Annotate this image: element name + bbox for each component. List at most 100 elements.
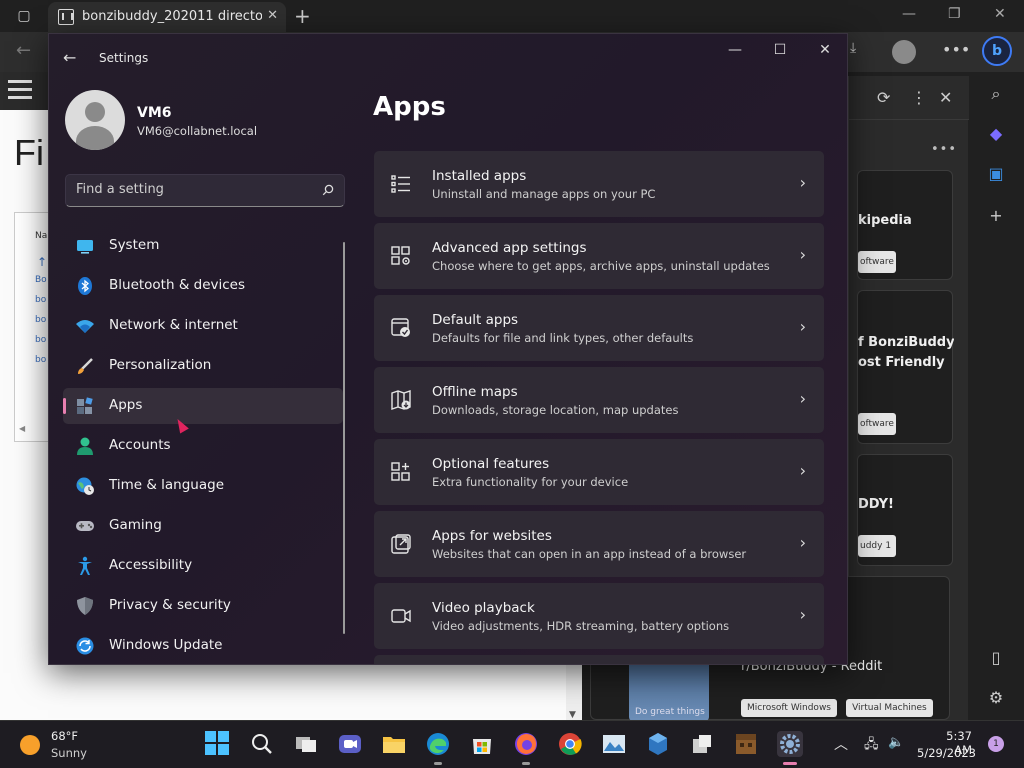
bing-chat-button[interactable]: b xyxy=(982,36,1012,66)
volume-icon[interactable]: 🔈 xyxy=(888,735,904,750)
nav-item-system[interactable]: System xyxy=(63,228,343,264)
nav-item-time-language[interactable]: Time & language xyxy=(63,468,343,504)
search-icon[interactable] xyxy=(249,731,275,757)
page-scrollbar[interactable]: ▼ xyxy=(566,662,582,720)
scroll-down-icon[interactable]: ▼ xyxy=(569,710,576,720)
nav-item-gaming[interactable]: Gaming xyxy=(63,508,343,544)
listing-link[interactable]: bo xyxy=(35,315,46,325)
download-icon[interactable]: ⤓ xyxy=(850,40,856,56)
card-video-playback[interactable]: Video playback Video adjustments, HDR st… xyxy=(374,583,824,649)
virtualbox-icon[interactable] xyxy=(645,731,671,757)
card-default-apps[interactable]: Default apps Defaults for file and link … xyxy=(374,295,824,361)
panel-more-icon[interactable]: ⋮ xyxy=(911,88,927,107)
nav-item-personalization[interactable]: Personalization xyxy=(63,348,343,384)
start-button[interactable] xyxy=(205,731,231,757)
weather-temperature[interactable]: 68°F xyxy=(51,729,78,743)
results-more-icon[interactable]: ••• xyxy=(931,142,957,157)
nav-item-apps[interactable]: Apps xyxy=(63,388,343,424)
minimize-icon[interactable]: — xyxy=(902,6,916,22)
card-advanced-app-settings[interactable]: Advanced app settings Choose where to ge… xyxy=(374,223,824,289)
outlook-icon[interactable]: ▣ xyxy=(984,162,1008,186)
nav-item-label: Accounts xyxy=(109,437,171,453)
chrome-icon[interactable] xyxy=(557,731,583,757)
sidebar-settings-icon[interactable]: ⚙ xyxy=(984,686,1008,710)
refresh-icon[interactable]: ⟳ xyxy=(877,88,890,107)
browser-tab-active[interactable]: bonzibuddy_202011 directory list ✕ xyxy=(48,2,286,32)
nav-item-network[interactable]: Network & internet xyxy=(63,308,343,344)
file-explorer-icon[interactable] xyxy=(381,731,407,757)
card-apps-for-websites[interactable]: Apps for websites Websites that can open… xyxy=(374,511,824,577)
list-icon xyxy=(391,175,410,193)
find-setting-input[interactable] xyxy=(76,182,306,197)
search-icon[interactable] xyxy=(322,184,334,196)
vm-manager-icon[interactable] xyxy=(689,731,715,757)
back-arrow-icon[interactable]: ← xyxy=(63,48,76,67)
result-card[interactable]: DDY! uddy 1 xyxy=(857,454,953,566)
edge-browser-icon[interactable] xyxy=(425,731,451,765)
chevron-right-icon: › xyxy=(799,533,806,552)
store-icon[interactable] xyxy=(469,731,495,757)
chevron-up-icon[interactable]: ︿ xyxy=(834,734,848,754)
card-subtitle: Uninstall and manage apps on your PC xyxy=(432,187,656,201)
settings-minimize-icon[interactable]: — xyxy=(725,42,745,58)
tab-actions-icon[interactable]: ▢ xyxy=(14,6,34,26)
accounts-icon xyxy=(77,437,93,455)
result-card[interactable]: f BonziBuddy, ost Friendly oftware xyxy=(857,290,954,444)
firefox-icon[interactable] xyxy=(513,731,539,765)
network-icon[interactable]: 🖧 xyxy=(864,735,879,757)
nav-item-accounts[interactable]: Accounts xyxy=(63,428,343,464)
card-installed-apps[interactable]: Installed apps Uninstall and manage apps… xyxy=(374,151,824,217)
settings-maximize-icon[interactable]: ☐ xyxy=(770,42,790,58)
sidebar-toggle-icon[interactable]: ▯ xyxy=(984,646,1008,670)
listing-link[interactable]: Bo xyxy=(35,275,47,285)
settings-close-icon[interactable]: ✕ xyxy=(815,42,835,58)
card-optional-features[interactable]: Optional features Extra functionality fo… xyxy=(374,439,824,505)
settings-app-icon[interactable] xyxy=(777,731,803,765)
nav-scrollbar[interactable] xyxy=(343,242,345,634)
close-icon[interactable]: ✕ xyxy=(994,6,1006,22)
scroll-left-icon[interactable]: ◀ xyxy=(19,424,25,433)
chat-icon[interactable] xyxy=(337,731,363,757)
nav-item-accessibility[interactable]: Accessibility xyxy=(63,548,343,584)
nav-item-label: Accessibility xyxy=(109,557,193,573)
add-sidebar-app-icon[interactable]: + xyxy=(984,204,1008,228)
listing-link[interactable]: bo xyxy=(35,295,46,305)
minecraft-icon[interactable] xyxy=(733,731,759,757)
result-tag[interactable]: uddy 1 xyxy=(858,535,896,557)
open-in-app-icon xyxy=(391,534,411,554)
result-tag[interactable]: oftware xyxy=(858,251,896,273)
notification-badge[interactable]: 1 xyxy=(988,736,1004,752)
sidebar-search-icon[interactable]: ⌕ xyxy=(984,82,1008,106)
card-partial[interactable] xyxy=(374,655,824,664)
user-avatar[interactable] xyxy=(65,90,125,150)
more-options-icon[interactable]: ••• xyxy=(942,40,970,59)
listing-link[interactable]: bo xyxy=(35,335,46,345)
nav-item-privacy-security[interactable]: Privacy & security xyxy=(63,588,343,624)
weather-description[interactable]: Sunny xyxy=(51,746,87,760)
clock-date[interactable]: 5/29/2023 xyxy=(906,746,976,760)
photos-icon[interactable] xyxy=(601,731,627,757)
nav-item-label: Windows Update xyxy=(109,637,223,653)
task-view-icon[interactable] xyxy=(293,731,319,757)
sun-icon[interactable] xyxy=(20,735,40,755)
restore-icon[interactable]: ❐ xyxy=(948,6,961,22)
card-offline-maps[interactable]: Offline maps Downloads, storage location… xyxy=(374,367,824,433)
tab-close-icon[interactable]: ✕ xyxy=(267,8,278,23)
browser-back-icon[interactable]: ← xyxy=(16,40,31,61)
nav-item-windows-update[interactable]: Windows Update xyxy=(63,628,343,664)
copilot-icon[interactable]: ◆ xyxy=(984,122,1008,146)
new-tab-icon[interactable]: + xyxy=(294,4,311,28)
find-setting-box[interactable] xyxy=(65,174,345,207)
result-tag[interactable]: Virtual Machines xyxy=(846,699,933,717)
wifi-icon xyxy=(76,320,94,333)
card-subtitle: Choose where to get apps, archive apps, … xyxy=(432,259,770,273)
hamburger-menu-icon[interactable] xyxy=(8,80,32,100)
browser-profile-avatar[interactable] xyxy=(892,40,916,64)
listing-link[interactable]: bo xyxy=(35,355,46,365)
result-tag[interactable]: oftware xyxy=(858,413,896,435)
parent-directory-icon[interactable]: ↑ xyxy=(37,255,47,269)
nav-item-bluetooth[interactable]: Bluetooth & devices xyxy=(63,268,343,304)
panel-close-icon[interactable]: ✕ xyxy=(939,88,952,107)
result-card[interactable]: kipedia oftware xyxy=(857,170,953,280)
result-tag[interactable]: Microsoft Windows xyxy=(741,699,837,717)
